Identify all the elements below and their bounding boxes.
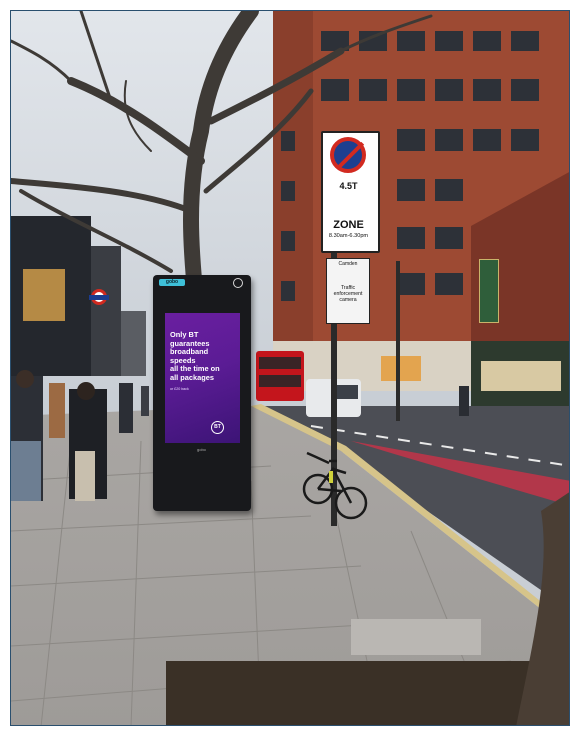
advertising-kiosk: gobo Only BT guarantees broadband speeds…: [153, 275, 251, 511]
pub-hanging-sign: [479, 259, 499, 323]
kiosk-icon: [233, 278, 243, 288]
underground-roundel: [89, 289, 109, 311]
ad-line: all packages: [170, 372, 214, 382]
roundel-bar: [89, 295, 109, 300]
zone-hours: 8.30am-6.30pm: [328, 233, 369, 239]
photo-frame: 4.5T ZONE 8.30am-6.30pm Camden Traffic e…: [10, 10, 570, 726]
ad-headline: Only BT guarantees broadband speeds all …: [170, 330, 240, 383]
zone-label: ZONE: [333, 219, 364, 231]
weight-limit-label: 4.5T: [339, 181, 358, 191]
bt-logo: BT: [211, 421, 224, 434]
traffic-camera-sign: Camden Traffic enforcement camera: [326, 258, 370, 324]
traffic-sign-text: Traffic enforcement camera: [333, 285, 363, 303]
street-scene: [11, 11, 569, 725]
no-parking-icon: [330, 137, 366, 173]
parking-zone-sign: 4.5T ZONE 8.30am-6.30pm: [321, 131, 380, 253]
kiosk-ad-screen: Only BT guarantees broadband speeds all …: [165, 313, 240, 443]
kiosk-brand: gobo: [159, 279, 185, 286]
kiosk-base-label: gobo: [197, 447, 206, 452]
ad-subtext: or £20 back: [170, 387, 189, 391]
council-label: Camden: [338, 261, 358, 267]
